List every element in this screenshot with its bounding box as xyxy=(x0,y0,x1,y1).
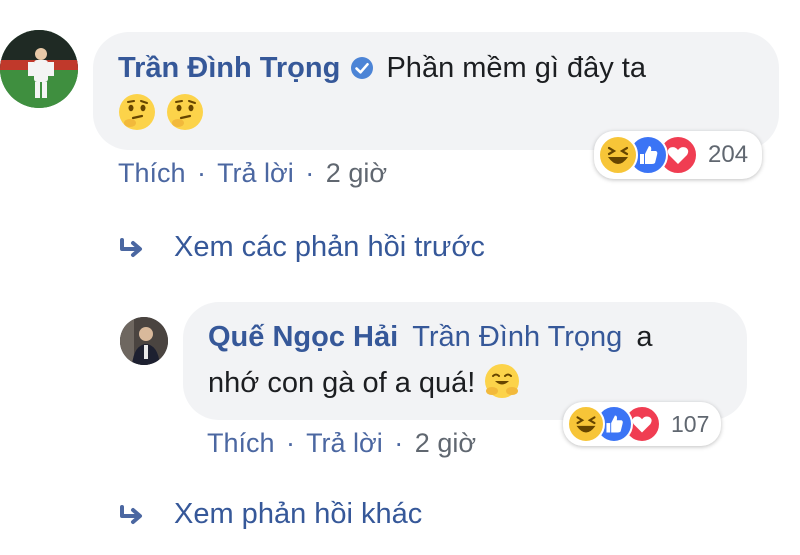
reply-timestamp[interactable]: 2 giờ xyxy=(415,428,476,458)
comment-actions: Thích · Trả lời · 2 giờ xyxy=(118,158,387,189)
view-more-replies-link[interactable]: Xem phản hồi khác xyxy=(118,498,422,531)
view-previous-replies-label: Xem các phản hồi trước xyxy=(174,231,485,263)
replier-avatar[interactable] xyxy=(120,317,168,365)
reply-link[interactable]: Trả lời xyxy=(306,428,383,458)
separator: · xyxy=(394,428,404,458)
reply-text-line1: a xyxy=(636,321,653,353)
reply-link[interactable]: Trả lời xyxy=(217,158,294,188)
comment-reaction-count: 204 xyxy=(708,141,749,168)
hugging-face-emoji xyxy=(485,364,520,398)
soccer-player-photo xyxy=(0,30,78,108)
thinking-face-emoji xyxy=(167,94,204,130)
like-link[interactable]: Thích xyxy=(118,158,186,188)
comment-text: Phần mềm gì đây ta xyxy=(386,52,646,84)
comment-timestamp[interactable]: 2 giờ xyxy=(326,158,387,188)
comment-reactions[interactable]: 204 xyxy=(594,131,763,179)
like-link[interactable]: Thích xyxy=(207,428,275,458)
reply-reactions[interactable]: 107 xyxy=(563,402,722,446)
verified-badge-icon xyxy=(350,55,374,79)
reply-actions: Thích · Trả lời · 2 giờ xyxy=(207,428,476,459)
separator: · xyxy=(286,428,296,458)
separator: · xyxy=(305,158,315,188)
reply-text-line2: nhớ con gà of a quá! xyxy=(208,367,476,399)
mentioned-user[interactable]: Trần Đình Trọng xyxy=(412,321,622,353)
haha-reaction-icon xyxy=(598,135,638,175)
reply-reaction-count: 107 xyxy=(671,410,710,437)
commenter-avatar[interactable] xyxy=(0,30,78,108)
reply-arrow-icon xyxy=(118,498,146,531)
reply-arrow-icon xyxy=(118,231,146,264)
separator: · xyxy=(197,158,207,188)
comment-author-name[interactable]: Trần Đình Trọng xyxy=(118,52,340,84)
reply-author-name[interactable]: Quế Ngọc Hải xyxy=(208,321,398,353)
view-more-replies-label: Xem phản hồi khác xyxy=(174,498,423,530)
replier-photo xyxy=(120,317,168,365)
thinking-face-emoji xyxy=(119,94,155,130)
haha-reaction-icon xyxy=(567,405,605,443)
view-previous-replies-link[interactable]: Xem các phản hồi trước xyxy=(118,231,485,264)
